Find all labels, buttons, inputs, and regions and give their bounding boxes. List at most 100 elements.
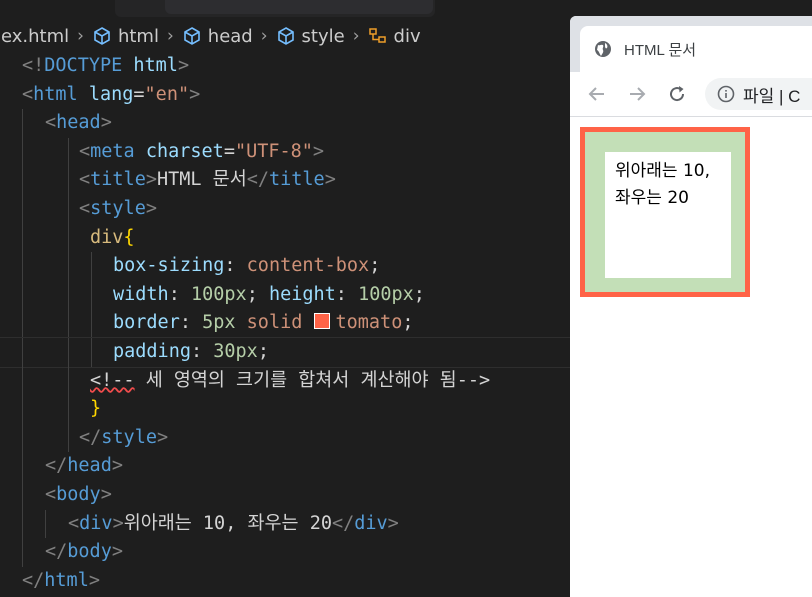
code-token: content-box [246,255,370,277]
code-token: charset [134,140,224,162]
indent-guide [68,194,69,224]
cube-icon [277,27,294,45]
code-token: > [156,426,169,448]
code-token: , 좌우는 [225,512,310,534]
code-token: = [133,83,145,105]
arrow-left-icon [588,87,604,101]
code-token: html [122,55,178,76]
breadcrumb-item-head[interactable]: head [182,26,253,47]
code-line: border: 5px solid tomato; [0,309,570,338]
breadcrumb-item-file[interactable]: lex.html [0,26,69,47]
code-editor[interactable]: lex.html › html › head › style › div <!D… [0,0,570,597]
reload-button[interactable] [666,83,688,105]
indent-guide [22,223,23,253]
info-icon[interactable] [717,85,735,103]
indent-guide [22,538,23,567]
breadcrumb-item-html[interactable]: html [92,26,159,47]
breadcrumb-item-style[interactable]: style [276,26,345,47]
indent-guide [22,337,23,367]
tab-title: HTML 문서 [624,41,697,59]
indent-guide [22,137,23,167]
indent-guide [68,252,69,281]
indent-guide [22,395,23,424]
code-token: "UTF-8" [234,140,313,162]
code-token: padding [113,340,191,362]
code-token: > [324,169,336,191]
back-button[interactable] [586,83,608,105]
code-token: ; [257,340,269,362]
code-token: { [123,226,135,248]
code-token: 30px [213,340,258,362]
code-line: div{ [0,223,570,253]
indent-guide [22,252,23,281]
indent-guide [22,194,23,224]
rendered-page: 위아래는 10, 좌우는 20 [570,117,812,597]
code-line: <head> [0,109,570,138]
cube-icon [183,27,200,45]
code-token: 세 영역의 크기를 합쳐서 계산해야 됨--> [134,369,491,391]
code-token: 위아래는 [123,512,203,534]
code-token: div [79,512,113,534]
indent-guide [68,395,69,424]
code-token: ; [246,283,269,305]
code-token: box-sizing [113,255,225,277]
code-token: body [67,541,112,563]
code-token: "en" [144,83,190,105]
indent-guide [91,337,92,367]
code-token: 20 [309,512,332,534]
code-lines[interactable]: <!DOCTYPE html> <html lang="en"> <head> … [0,52,570,595]
code-line: <meta charset="UTF-8"> [0,137,570,167]
indent-guide [22,280,23,310]
code-line-active: padding: 30px; [0,336,570,368]
reload-icon [670,86,685,102]
code-token: div [90,226,124,248]
code-token: <!-- [90,369,135,391]
arrow-right-icon [630,87,646,101]
code-token: lang [77,83,134,105]
breadcrumb-item-div[interactable]: div [368,26,421,47]
code-token: HTML 문서 [156,169,247,191]
code-token: head [56,112,101,134]
address-text: 파일 | C [743,86,801,106]
code-token: DOCTYPE [44,55,123,76]
editor-overlay-widget-inner [165,0,433,14]
code-token: </ [22,569,45,591]
code-token: </ [246,169,269,191]
code-line: </html> [0,567,570,596]
code-token: < [45,483,57,505]
code-line: <title>HTML 문서</title> [0,166,570,195]
code-token: solid [235,312,314,334]
code-line: <html lang="en"> [0,81,570,110]
browser-tab[interactable]: HTML 문서 [580,26,812,72]
code-token: border [113,312,180,334]
tab-strip: HTML 문서 [570,16,812,72]
chevron-right-icon: › [352,26,360,46]
code-token: head [67,455,112,477]
code-token: < [79,169,91,191]
code-token: : [224,255,247,277]
indent-guide [68,337,69,367]
code-token: > [111,541,123,563]
code-token: : [179,312,203,334]
indent-guide [45,509,46,539]
code-token: height [268,283,336,305]
indent-guide [68,309,69,338]
color-swatch-icon[interactable] [313,313,330,330]
code-token: body [56,483,101,505]
forward-button[interactable] [626,83,648,105]
chevron-right-icon: › [260,26,268,46]
code-token: ; [369,255,381,277]
indent-guide [68,366,69,396]
code-token: > [112,512,124,534]
code-token: 10 [202,512,226,534]
code-token: < [68,512,80,534]
code-token: : [335,283,359,305]
address-bar[interactable]: 파일 | C [705,78,812,110]
chevron-right-icon: › [166,26,174,46]
code-token: <! [22,55,45,76]
code-token: < [45,112,57,134]
code-line: <!DOCTYPE html> [0,52,570,81]
code-token: title [90,169,146,191]
code-line: <div>위아래는 10, 좌우는 20</div> [0,509,570,539]
cube-icon [94,27,110,45]
